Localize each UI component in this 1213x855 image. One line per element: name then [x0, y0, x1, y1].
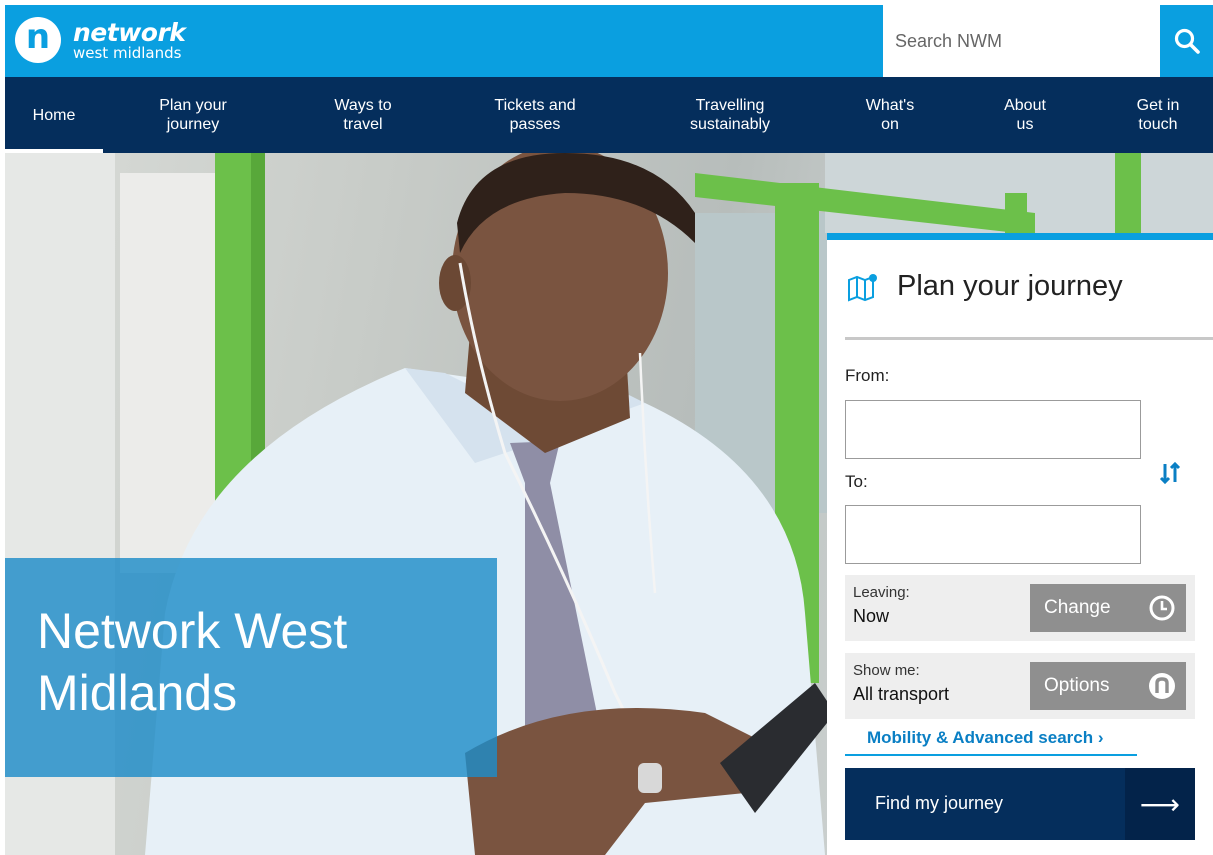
show-me-row: Show me: All transport Options — [845, 653, 1195, 719]
nav-item-plan-your-journey[interactable]: Plan your journey — [135, 77, 251, 153]
show-me-value: All transport — [853, 684, 950, 704]
from-field[interactable] — [845, 400, 1141, 459]
logo-letter: n — [25, 17, 51, 57]
to-field[interactable] — [845, 505, 1141, 564]
nav-label: Home — [32, 106, 76, 124]
leaving-value: Now — [853, 606, 890, 626]
planner-header: Plan your journey — [845, 270, 1123, 303]
from-label: From: — [845, 366, 890, 385]
map-icon — [848, 273, 877, 301]
search-icon — [1174, 28, 1200, 54]
logo-wordmark: network west midlands — [73, 17, 186, 62]
options-button[interactable]: Options — [1030, 662, 1186, 710]
swap-locations-icon[interactable] — [1157, 460, 1183, 486]
mobility-advanced-search-link[interactable]: Mobility & Advanced search › — [845, 728, 1137, 756]
nav-label: Tickets and passes — [494, 97, 576, 133]
leaving-label: Leaving: — [853, 584, 910, 601]
nav-item-travelling-sustainably[interactable]: Travelling sustainably — [655, 77, 805, 153]
nav-item-whats-on[interactable]: What's on — [850, 77, 930, 153]
nav-label: What's on — [865, 97, 915, 133]
nav-item-get-in-touch[interactable]: Get in touch — [1115, 77, 1201, 153]
find-label: Find my journey — [875, 793, 1004, 813]
nav-label: Travelling sustainably — [689, 97, 771, 133]
logo-line-network: network — [73, 17, 186, 47]
find-my-journey-button[interactable]: Find my journey ⟶ — [845, 768, 1195, 840]
nwm-logo[interactable]: n network west midlands — [15, 17, 186, 63]
nav-label: Plan your journey — [159, 97, 227, 133]
nav-item-home[interactable]: Home — [5, 77, 103, 153]
show-me-label: Show me: — [853, 662, 920, 679]
options-label: Options — [1044, 675, 1110, 696]
clock-icon — [1149, 595, 1175, 621]
nav-label: Ways to travel — [334, 97, 392, 133]
nav-item-tickets-and-passes[interactable]: Tickets and passes — [469, 77, 601, 153]
change-time-button[interactable]: Change — [1030, 584, 1186, 632]
hero-title-box: Network West Midlands — [5, 558, 497, 777]
journey-planner-panel: Plan your journey From: To: Leaving: Now… — [827, 233, 1213, 855]
site-header: n network west midlands — [5, 5, 1213, 77]
nav-label: Get in touch — [1136, 97, 1180, 133]
search-input[interactable] — [895, 30, 1145, 52]
network-logo-icon — [1149, 673, 1175, 699]
logo-mark: n — [15, 17, 61, 63]
planner-divider — [845, 337, 1213, 340]
arrow-right-icon: ⟶ — [1125, 768, 1195, 840]
nav-label: About us — [1004, 97, 1046, 133]
nav-item-ways-to-travel[interactable]: Ways to travel — [305, 77, 421, 153]
logo-line-west-midlands: west midlands — [73, 43, 182, 62]
nav-item-about-us[interactable]: About us — [985, 77, 1065, 153]
to-label: To: — [845, 472, 868, 491]
main-nav: Home Plan your journey Ways to travel Ti… — [5, 77, 1213, 153]
change-label: Change — [1044, 597, 1111, 618]
hero-title: Network West Midlands — [37, 603, 348, 721]
search-button[interactable] — [1160, 5, 1213, 77]
leaving-row: Leaving: Now Change — [845, 575, 1195, 641]
search-box — [883, 5, 1160, 77]
planner-title: Plan your journey — [897, 270, 1123, 302]
